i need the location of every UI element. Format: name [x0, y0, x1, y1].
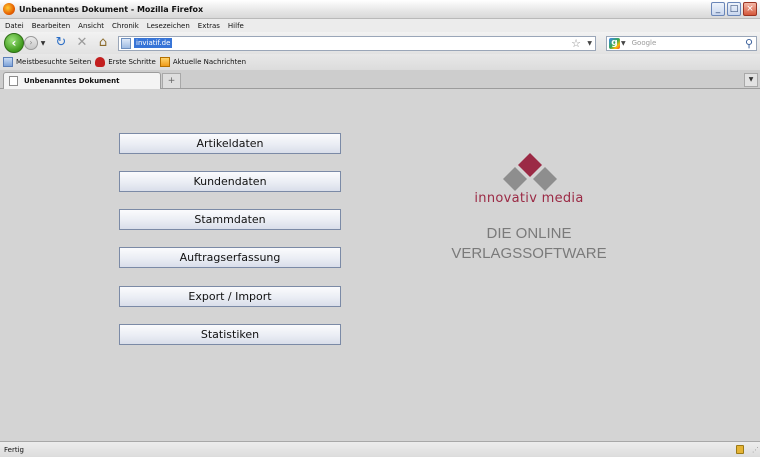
- rss-feed-icon: [159, 57, 170, 67]
- minimize-button[interactable]: _: [711, 2, 725, 16]
- home-icon: ⌂: [98, 35, 108, 50]
- tab-label: Unbenanntes Dokument: [24, 77, 120, 85]
- logo-diamond-right: [533, 167, 557, 191]
- menu-extras[interactable]: Extras: [198, 22, 220, 30]
- search-engine-icon[interactable]: g: [609, 37, 620, 49]
- new-tab-button[interactable]: +: [162, 73, 181, 88]
- reload-button[interactable]: ↻: [54, 36, 68, 50]
- brand-name: innovativ media: [474, 191, 584, 206]
- tagline: DIE ONLINE VERLAGSSOFTWARE: [440, 224, 618, 264]
- artikeldaten-button[interactable]: Artikeldaten: [119, 133, 341, 154]
- statistiken-button[interactable]: Statistiken: [119, 324, 341, 345]
- kundendaten-button[interactable]: Kundendaten: [119, 171, 341, 192]
- menu-hilfe[interactable]: Hilfe: [228, 22, 244, 30]
- logo-diamond-left: [503, 167, 527, 191]
- menu-bearbeiten[interactable]: Bearbeiten: [32, 22, 70, 30]
- bookmark-news[interactable]: Aktuelle Nachrichten: [159, 57, 247, 67]
- innovativ-media-logo: [503, 153, 557, 191]
- bookmarks-toolbar: Meistbesuchte Seiten Erste Schritte Aktu…: [0, 54, 760, 70]
- url-input[interactable]: inviatif.de: [134, 38, 173, 48]
- resize-grip-icon[interactable]: ⋰: [752, 446, 759, 454]
- auftragserfassung-button[interactable]: Auftragserfassung: [119, 247, 341, 268]
- search-input[interactable]: Google: [632, 39, 657, 47]
- stop-button[interactable]: ✕: [75, 36, 89, 50]
- search-bar[interactable]: g ▼ Google ⚲: [606, 35, 757, 51]
- menu-lesezeichen[interactable]: Lesezeichen: [147, 22, 190, 30]
- status-bar: Fertig ⋰: [0, 441, 760, 457]
- search-engine-dropdown-icon[interactable]: ▼: [621, 40, 626, 47]
- tagline-line-2: VERLAGSSOFTWARE: [451, 245, 607, 262]
- url-dropdown-icon[interactable]: ▼: [587, 38, 592, 50]
- most-visited-icon: [3, 57, 13, 67]
- reload-icon: ↻: [55, 35, 67, 50]
- history-dropdown-button[interactable]: ▼: [39, 40, 47, 47]
- firefox-logo-icon: [3, 3, 15, 15]
- bookmark-label: Erste Schritte: [108, 58, 156, 66]
- star-icon[interactable]: ☆: [571, 37, 581, 50]
- bookmark-label: Meistbesuchte Seiten: [16, 58, 92, 66]
- site-identity-icon[interactable]: [121, 37, 131, 49]
- home-button[interactable]: ⌂: [96, 36, 110, 50]
- menu-datei[interactable]: Datei: [5, 22, 24, 30]
- logo-diamond-top: [518, 153, 542, 177]
- forward-button[interactable]: ›: [24, 36, 38, 50]
- document-icon: [9, 76, 18, 86]
- tab-unbenanntes-dokument[interactable]: Unbenanntes Dokument: [3, 72, 161, 89]
- bookmark-label: Aktuelle Nachrichten: [172, 58, 247, 66]
- menu-chronik[interactable]: Chronik: [112, 22, 139, 30]
- bookmark-first-steps[interactable]: Erste Schritte: [95, 57, 156, 67]
- chevron-down-icon: ▼: [40, 39, 46, 47]
- menu-ansicht[interactable]: Ansicht: [78, 22, 104, 30]
- firefox-bookmark-icon: [95, 57, 106, 67]
- url-bar[interactable]: inviatif.de ☆ ▼: [118, 35, 596, 51]
- lock-icon[interactable]: [736, 445, 744, 454]
- chevron-down-icon: ▼: [748, 76, 754, 83]
- export-import-button[interactable]: Export / Import: [119, 286, 341, 307]
- window-titlebar: Unbenanntes Dokument - Mozilla Firefox _…: [0, 0, 760, 19]
- window-controls: _ □ ×: [711, 2, 757, 16]
- back-button[interactable]: ‹: [4, 33, 24, 53]
- window-title: Unbenanntes Dokument - Mozilla Firefox: [19, 4, 204, 14]
- stammdaten-button[interactable]: Stammdaten: [119, 209, 341, 230]
- page-content: Artikeldaten Kundendaten Stammdaten Auft…: [0, 90, 760, 441]
- status-text: Fertig: [4, 445, 24, 454]
- tab-bar: Unbenanntes Dokument + ▼: [0, 70, 760, 89]
- back-arrow-icon: ‹: [11, 36, 17, 50]
- forward-arrow-icon: ›: [29, 38, 33, 47]
- menu-bar: Datei Bearbeiten Ansicht Chronik Lesezei…: [0, 19, 760, 32]
- bookmark-most-visited[interactable]: Meistbesuchte Seiten: [3, 57, 91, 67]
- tagline-line-1: DIE ONLINE: [486, 225, 572, 242]
- maximize-button[interactable]: □: [727, 2, 741, 16]
- magnifier-icon[interactable]: ⚲: [745, 37, 753, 50]
- stop-icon: ✕: [76, 35, 88, 50]
- navigation-toolbar: ‹ › ▼ ↻ ✕ ⌂ inviatif.de ☆ ▼ g ▼ Google ⚲: [0, 32, 760, 54]
- tab-list-button[interactable]: ▼: [744, 73, 758, 87]
- close-button[interactable]: ×: [743, 2, 757, 16]
